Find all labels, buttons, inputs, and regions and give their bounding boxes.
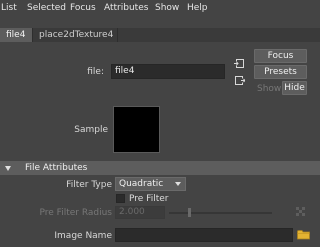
menu-help[interactable]: Help bbox=[187, 3, 208, 13]
pre-filter-radius-field: 2.000 bbox=[115, 206, 165, 219]
menu-show[interactable]: Show bbox=[155, 3, 179, 13]
pre-filter-label: Pre Filter bbox=[129, 194, 169, 204]
pre-filter-radius-label: Pre Filter Radius bbox=[39, 208, 113, 218]
menu-attributes[interactable]: Attributes bbox=[104, 3, 148, 13]
filter-type-label: Filter Type bbox=[66, 180, 112, 190]
menu-focus[interactable]: Focus bbox=[70, 3, 96, 13]
hide-toggle[interactable]: Hide bbox=[282, 81, 307, 95]
filter-type-dropdown[interactable]: Quadratic bbox=[115, 177, 186, 191]
menu-selected[interactable]: Selected bbox=[27, 3, 66, 13]
show-toggle[interactable]: Show bbox=[257, 84, 281, 94]
presets-button[interactable]: Presets bbox=[254, 65, 307, 79]
sample-swatch bbox=[113, 106, 160, 153]
menu-list[interactable]: List bbox=[1, 3, 17, 13]
chevron-down-icon bbox=[175, 182, 181, 186]
node-tabs: file4 place2dTexture4 bbox=[0, 28, 320, 42]
tab-place2dtexture4[interactable]: place2dTexture4 bbox=[33, 28, 118, 42]
file-attributes-section-header[interactable]: File Attributes bbox=[0, 161, 320, 175]
file-label: file: bbox=[87, 67, 104, 77]
attribute-editor-panel: file: file4 Focus Presets Show Hide Samp… bbox=[0, 42, 320, 247]
map-button-icon bbox=[296, 207, 305, 216]
image-name-field[interactable] bbox=[115, 228, 293, 242]
collapse-arrow-icon bbox=[5, 166, 11, 171]
filter-type-value: Quadratic bbox=[119, 179, 164, 189]
focus-button[interactable]: Focus bbox=[254, 49, 307, 63]
sample-label: Sample bbox=[74, 125, 108, 135]
file-name-field[interactable]: file4 bbox=[111, 64, 225, 79]
input-connection-icon[interactable] bbox=[234, 58, 245, 69]
pre-filter-checkbox[interactable] bbox=[116, 194, 125, 203]
pre-filter-radius-slider-handle bbox=[188, 208, 191, 217]
output-connection-icon[interactable] bbox=[234, 75, 246, 86]
section-title: File Attributes bbox=[25, 163, 88, 173]
pre-filter-radius-slider-track bbox=[169, 212, 272, 214]
folder-icon[interactable] bbox=[297, 229, 310, 240]
tab-file4[interactable]: file4 bbox=[0, 28, 33, 42]
image-name-label: Image Name bbox=[54, 231, 112, 241]
menu-bar: List Selected Focus Attributes Show Help bbox=[0, 0, 320, 18]
